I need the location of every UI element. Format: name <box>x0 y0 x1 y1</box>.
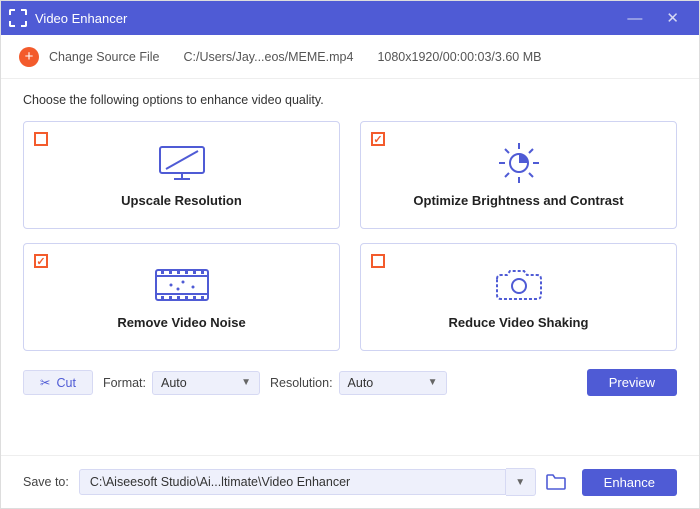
option-shake-label: Reduce Video Shaking <box>449 315 589 330</box>
save-path-box: C:\Aiseesoft Studio\Ai...ltimate\Video E… <box>79 468 536 496</box>
option-upscale-label: Upscale Resolution <box>121 193 242 208</box>
enhance-button[interactable]: Enhance <box>582 469 677 496</box>
format-label: Format: <box>103 376 146 390</box>
option-upscale[interactable]: Upscale Resolution <box>23 121 340 229</box>
save-to-label: Save to: <box>23 475 69 489</box>
option-brightness[interactable]: Optimize Brightness and Contrast <box>360 121 677 229</box>
save-bar: Save to: C:\Aiseesoft Studio\Ai...ltimat… <box>1 455 699 508</box>
titlebar: Video Enhancer — ✕ <box>1 1 699 35</box>
format-value: Auto <box>161 376 187 390</box>
checkbox-noise[interactable] <box>34 254 48 268</box>
controls-row: ✂ Cut Format: Auto ▼ Resolution: Auto ▼ … <box>23 369 677 396</box>
checkbox-brightness[interactable] <box>371 132 385 146</box>
option-shake[interactable]: Reduce Video Shaking <box>360 243 677 351</box>
preview-button[interactable]: Preview <box>587 369 677 396</box>
preview-label: Preview <box>609 375 655 390</box>
camera-icon <box>489 265 549 305</box>
options-grid: Upscale Resolution <box>23 121 677 351</box>
prompt-text: Choose the following options to enhance … <box>23 93 677 107</box>
checkbox-shake[interactable] <box>371 254 385 268</box>
monitor-icon <box>152 143 212 183</box>
cut-label: Cut <box>56 376 75 390</box>
app-window: Video Enhancer — ✕ + Change Source File … <box>0 0 700 509</box>
scissors-icon: ✂ <box>40 375 50 390</box>
chevron-down-icon: ▼ <box>241 377 251 388</box>
enhance-label: Enhance <box>604 475 655 490</box>
option-brightness-label: Optimize Brightness and Contrast <box>413 193 623 208</box>
main-panel: Choose the following options to enhance … <box>1 79 699 455</box>
chevron-down-icon: ▼ <box>515 477 525 488</box>
resolution-label: Resolution: <box>270 376 333 390</box>
change-source-button[interactable]: + Change Source File <box>19 47 159 67</box>
resolution-select[interactable]: Auto ▼ <box>339 371 447 395</box>
change-source-label: Change Source File <box>49 50 159 64</box>
close-button[interactable]: ✕ <box>654 3 691 33</box>
format-select[interactable]: Auto ▼ <box>152 371 260 395</box>
checkbox-upscale[interactable] <box>34 132 48 146</box>
app-title: Video Enhancer <box>35 11 127 26</box>
app-icon <box>9 9 27 27</box>
chevron-down-icon: ▼ <box>428 377 438 388</box>
option-noise[interactable]: Remove Video Noise <box>23 243 340 351</box>
plus-icon: + <box>19 47 39 67</box>
film-icon <box>152 265 212 305</box>
save-path[interactable]: C:\Aiseesoft Studio\Ai...ltimate\Video E… <box>79 469 506 495</box>
sun-icon <box>489 143 549 183</box>
save-path-dropdown[interactable]: ▼ <box>506 468 536 496</box>
resolution-value: Auto <box>348 376 374 390</box>
source-path: C:/Users/Jay...eos/MEME.mp4 <box>183 50 353 64</box>
folder-icon[interactable] <box>546 474 566 490</box>
source-bar: + Change Source File C:/Users/Jay...eos/… <box>1 35 699 79</box>
source-info: 1080x1920/00:00:03/3.60 MB <box>377 50 541 64</box>
minimize-button[interactable]: — <box>615 4 654 33</box>
option-noise-label: Remove Video Noise <box>117 315 245 330</box>
cut-button[interactable]: ✂ Cut <box>23 370 93 395</box>
